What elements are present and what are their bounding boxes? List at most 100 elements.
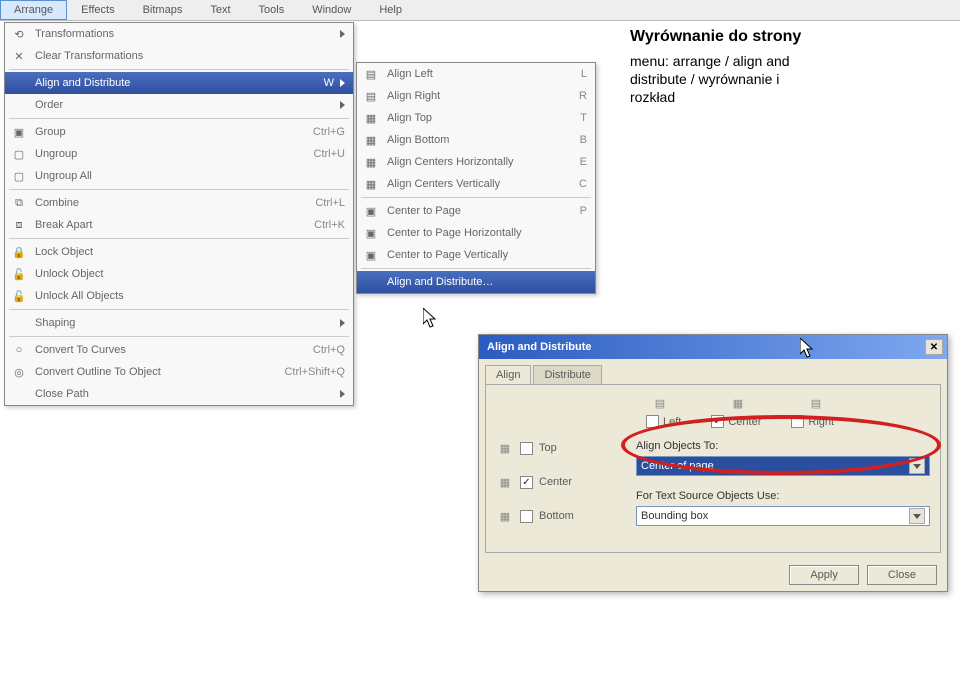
annotation-text: Wyrównanie do strony menu: arrange / ali… <box>630 28 930 107</box>
unlock-all-icon: 🔓 <box>9 288 29 304</box>
menu-shaping[interactable]: Shaping <box>5 312 353 334</box>
align-center-v-icon: ▦ <box>496 474 514 490</box>
submenu-arrow-icon <box>340 30 345 38</box>
center-v-checkbox-row[interactable]: ▦ ✓ Center <box>496 474 636 490</box>
close-icon[interactable]: ✕ <box>925 339 943 355</box>
menu-help[interactable]: Help <box>365 0 416 20</box>
align-to-dropdown[interactable]: Center of page <box>636 456 930 476</box>
align-to-label: Align Objects To: <box>636 440 930 452</box>
menu-break-apart[interactable]: ⧈ Break Apart Ctrl+K <box>5 214 353 236</box>
dialog-title: Align and Distribute <box>487 341 592 353</box>
checkbox-checked[interactable]: ✓ <box>711 415 724 428</box>
submenu-align-top[interactable]: ▦ Align Top T <box>357 107 595 129</box>
separator <box>9 309 349 310</box>
align-top-icon: ▦ <box>496 440 514 456</box>
center-h-checkbox-row[interactable]: ✓Center <box>711 415 761 428</box>
submenu-center-page-h[interactable]: ▣ Center to Page Horizontally <box>357 222 595 244</box>
menu-window[interactable]: Window <box>298 0 365 20</box>
checkbox[interactable] <box>520 510 533 523</box>
bottom-checkbox-row[interactable]: ▦ Bottom <box>496 508 636 524</box>
separator <box>9 118 349 119</box>
separator <box>361 268 591 269</box>
submenu-align-and-distribute[interactable]: Align and Distribute… <box>357 271 595 293</box>
text-src-dropdown[interactable]: Bounding box <box>636 506 930 526</box>
tab-distribute[interactable]: Distribute <box>533 365 601 384</box>
break-icon: ⧈ <box>9 217 29 233</box>
menu-arrange[interactable]: Arrange <box>0 0 67 20</box>
submenu-arrow-icon <box>340 390 345 398</box>
menubar: Arrange Effects Bitmaps Text Tools Windo… <box>0 0 960 21</box>
submenu-arrow-icon <box>340 79 345 87</box>
menu-group[interactable]: ▣ Group Ctrl+G <box>5 121 353 143</box>
submenu-arrow-icon <box>340 101 345 109</box>
menu-order[interactable]: Order <box>5 94 353 116</box>
curves-icon: ○ <box>9 342 29 358</box>
outline-icon: ◎ <box>9 364 29 380</box>
dialog-buttons: Apply Close <box>479 559 947 591</box>
menu-unlock-all[interactable]: 🔓 Unlock All Objects <box>5 285 353 307</box>
top-checkbox-row[interactable]: ▦ Top <box>496 440 636 456</box>
arrange-dropdown: ⟲ Transformations ✕ Clear Transformation… <box>4 22 354 406</box>
close-button[interactable]: Close <box>867 565 937 585</box>
submenu-centers-h[interactable]: ▦ Align Centers Horizontally E <box>357 151 595 173</box>
submenu-align-left[interactable]: ▤ Align Left L <box>357 63 595 85</box>
menu-ungroup[interactable]: ▢ Ungroup Ctrl+U <box>5 143 353 165</box>
checkbox-checked[interactable]: ✓ <box>520 476 533 489</box>
checkbox[interactable] <box>520 442 533 455</box>
dialog-titlebar[interactable]: Align and Distribute ✕ <box>479 335 947 359</box>
separator <box>9 189 349 190</box>
menu-transformations[interactable]: ⟲ Transformations <box>5 23 353 45</box>
menu-bitmaps[interactable]: Bitmaps <box>129 0 197 20</box>
align-right-icon: ▤ <box>361 88 381 104</box>
right-checkbox-row[interactable]: Right <box>791 415 834 428</box>
align-submenu: ▤ Align Left L ▤ Align Right R ▦ Align T… <box>356 62 596 294</box>
tab-align[interactable]: Align <box>485 365 531 384</box>
menu-combine[interactable]: ⧉ Combine Ctrl+L <box>5 192 353 214</box>
apply-button[interactable]: Apply <box>789 565 859 585</box>
chevron-down-icon <box>909 458 925 474</box>
submenu-center-page[interactable]: ▣ Center to Page P <box>357 200 595 222</box>
menu-convert-curves[interactable]: ○ Convert To Curves Ctrl+Q <box>5 339 353 361</box>
checkbox[interactable] <box>791 415 804 428</box>
ungroup-icon: ▢ <box>9 146 29 162</box>
menu-text[interactable]: Text <box>196 0 244 20</box>
checkbox[interactable] <box>646 415 659 428</box>
align-bottom-icon: ▦ <box>496 508 514 524</box>
annotation-line: distribute / wyrównanie i <box>630 70 930 88</box>
separator <box>9 238 349 239</box>
center-page-icon: ▣ <box>361 203 381 219</box>
tabs: Align Distribute <box>479 359 947 384</box>
menu-convert-outline[interactable]: ◎ Convert Outline To Object Ctrl+Shift+Q <box>5 361 353 383</box>
menu-effects[interactable]: Effects <box>67 0 128 20</box>
submenu-align-right[interactable]: ▤ Align Right R <box>357 85 595 107</box>
unlock-icon: 🔓 <box>9 266 29 282</box>
menu-unlock[interactable]: 🔓 Unlock Object <box>5 263 353 285</box>
separator <box>361 197 591 198</box>
left-checkbox-row[interactable]: Left <box>646 415 681 428</box>
annotation-line: menu: arrange / align and <box>630 52 930 70</box>
lock-icon: 🔒 <box>9 244 29 260</box>
menu-align-distribute[interactable]: Align and Distribute W <box>5 72 353 94</box>
blank-icon <box>361 274 381 290</box>
menu-tools[interactable]: Tools <box>245 0 299 20</box>
menu-clear-transformations[interactable]: ✕ Clear Transformations <box>5 45 353 67</box>
align-left-icon: ▤ <box>651 395 669 411</box>
transform-icon: ⟲ <box>9 26 29 42</box>
menu-lock[interactable]: 🔒 Lock Object <box>5 241 353 263</box>
submenu-center-page-v[interactable]: ▣ Center to Page Vertically <box>357 244 595 266</box>
centers-v-icon: ▦ <box>361 176 381 192</box>
text-src-label: For Text Source Objects Use: <box>636 490 930 502</box>
order-icon <box>9 97 29 113</box>
align-right-icon: ▤ <box>807 395 825 411</box>
align-panel: ▤ ▦ ▤ Left ✓Center Right ▦ Top ▦ ✓ Cente… <box>485 384 941 553</box>
align-top-icon: ▦ <box>361 110 381 126</box>
menu-close-path[interactable]: Close Path <box>5 383 353 405</box>
align-left-icon: ▤ <box>361 66 381 82</box>
submenu-align-bottom[interactable]: ▦ Align Bottom B <box>357 129 595 151</box>
menu-ungroup-all[interactable]: ▢ Ungroup All <box>5 165 353 187</box>
separator <box>9 69 349 70</box>
ungroup-all-icon: ▢ <box>9 168 29 184</box>
close-path-icon <box>9 386 29 402</box>
submenu-centers-v[interactable]: ▦ Align Centers Vertically C <box>357 173 595 195</box>
combine-icon: ⧉ <box>9 195 29 211</box>
